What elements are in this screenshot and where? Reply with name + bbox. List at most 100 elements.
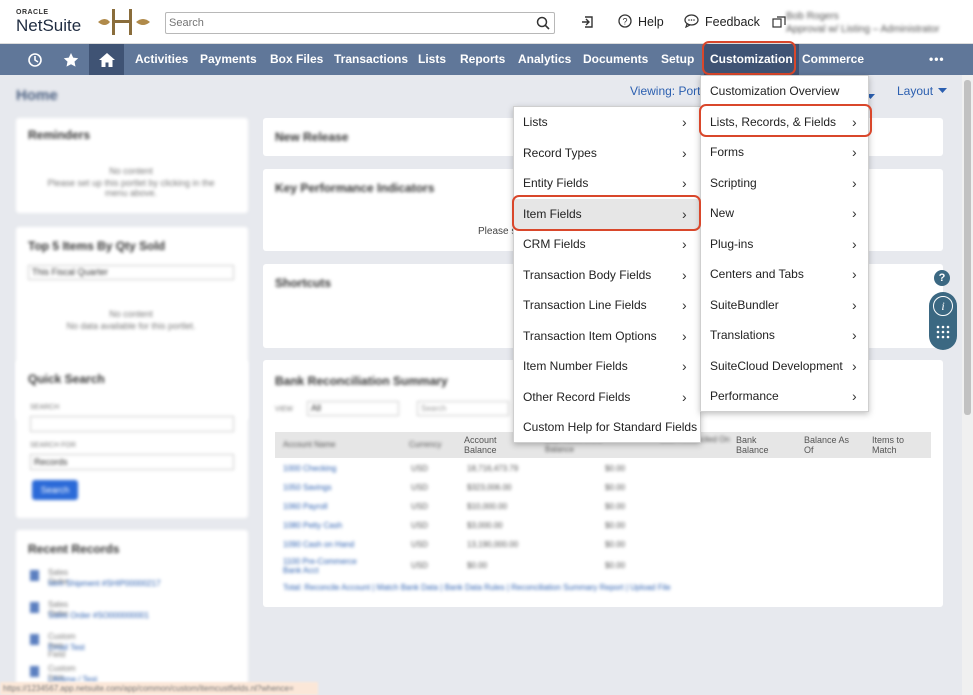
bank-recon-footer-links[interactable]: Total: Reconcile Account | Match Bank Da… [275, 579, 931, 597]
menu-item-translations[interactable]: Translations › [701, 320, 868, 350]
bank-recon-view-select[interactable]: All [307, 401, 399, 416]
nav-transactions[interactable]: Transactions [334, 44, 408, 75]
balance-cell: $3,000.00 [467, 521, 503, 530]
menu-item-performance[interactable]: Performance › [701, 381, 868, 411]
nav-customization[interactable]: Customization [704, 44, 799, 75]
role-icon[interactable] [772, 12, 786, 32]
column-header[interactable]: Currency [409, 440, 441, 449]
nav-box-files[interactable]: Box Files [270, 44, 323, 75]
netsuite-logo[interactable]: ORACLE NetSuite [16, 9, 81, 34]
table-row[interactable]: 1050 Savings USD $323,006.00 $0.00 [275, 479, 931, 498]
page-title: Home [16, 87, 58, 104]
column-header[interactable]: Balance As Of [804, 435, 860, 455]
menu-item-plug-ins[interactable]: Plug-ins › [701, 229, 868, 259]
layout-button[interactable]: Layout [897, 84, 948, 98]
user-info[interactable]: Bob Rogers Approval w/ Listing – Adminis… [786, 10, 939, 36]
chevron-right-icon: › [682, 114, 687, 130]
column-header[interactable]: Account Balance [464, 435, 508, 455]
nav-reports[interactable]: Reports [460, 44, 505, 75]
submenu-item-entity-fields[interactable]: Entity Fields › [514, 168, 700, 198]
bank-recon-table-body: 1000 Checking USD 18,716,473.79 $0.00 10… [275, 460, 931, 597]
reminders-help: Please set up this portlet by clicking i… [47, 178, 215, 198]
nav-documents[interactable]: Documents [583, 44, 648, 75]
svg-text:?: ? [622, 16, 627, 26]
menu-item-scripting[interactable]: Scripting › [701, 168, 868, 198]
chevron-right-icon: › [682, 236, 687, 252]
quick-search-title: Quick Search [28, 372, 105, 386]
star-icon[interactable] [53, 44, 88, 75]
global-search[interactable] [165, 12, 555, 34]
submenu-item-label: Item Number Fields [523, 359, 628, 373]
quick-search-input[interactable] [30, 416, 234, 432]
table-row[interactable]: 1000 Checking USD 18,716,473.79 $0.00 [275, 460, 931, 479]
document-icon [30, 570, 39, 581]
quick-search-button[interactable]: Search [32, 480, 78, 500]
submenu-item-record-types[interactable]: Record Types › [514, 138, 700, 168]
menu-item-centers-and-tabs[interactable]: Centers and Tabs › [701, 259, 868, 289]
page-scrollbar-thumb[interactable] [964, 80, 971, 415]
kpi-title: Key Performance Indicators [275, 181, 435, 195]
balance-cell: $0.00 [467, 561, 488, 570]
menu-item-lists-records-fields[interactable]: Lists, Records, & Fields › [701, 107, 868, 137]
bank-recon-title: Bank Reconciliation Summary [275, 374, 448, 388]
document-icon [30, 666, 39, 677]
submenu-item-custom-help-standard-fields[interactable]: Custom Help for Standard Fields [514, 412, 700, 442]
menu-item-suitebundler[interactable]: SuiteBundler › [701, 290, 868, 320]
table-row[interactable]: 1100 Pre-Commerce Bank Acct USD $0.00 $0… [275, 555, 931, 579]
account-link[interactable]: 1090 Cash on Hand [283, 540, 354, 549]
leave-icon[interactable] [580, 12, 596, 32]
info-icon[interactable]: i [933, 296, 953, 316]
submenu-item-other-record-fields[interactable]: Other Record Fields › [514, 382, 700, 412]
guide-panel[interactable]: i [929, 292, 957, 350]
table-row[interactable]: 1080 Petty Cash USD $3,000.00 $0.00 [275, 517, 931, 536]
record-link[interactable]: Sales Order #SO000000001 [48, 611, 149, 620]
feedback-button[interactable]: Feedback [684, 12, 760, 32]
account-link[interactable]: 1080 Petty Cash [283, 521, 342, 530]
column-header[interactable]: Account Name [283, 440, 335, 449]
search-icon[interactable] [536, 16, 550, 33]
menu-item-customization-overview[interactable]: Customization Overview [701, 76, 868, 106]
submenu-item-item-fields[interactable]: Item Fields › [514, 199, 700, 229]
nav-payments[interactable]: Payments [200, 44, 257, 75]
record-link[interactable]: Item Shipment #SHIP00000217 [48, 579, 161, 588]
top-items-period-select[interactable]: This Fiscal Quarter [28, 265, 234, 280]
submenu-item-transaction-body-fields[interactable]: Transaction Body Fields › [514, 260, 700, 290]
nav-analytics[interactable]: Analytics [518, 44, 571, 75]
menu-item-forms[interactable]: Forms › [701, 137, 868, 167]
oracle-wordmark: ORACLE [16, 9, 49, 16]
submenu-item-transaction-item-options[interactable]: Transaction Item Options › [514, 321, 700, 351]
grid-icon[interactable] [935, 324, 951, 340]
submenu-item-transaction-line-fields[interactable]: Transaction Line Fields › [514, 290, 700, 320]
submenu-item-lists[interactable]: Lists › [514, 107, 700, 137]
chevron-right-icon: › [852, 114, 857, 130]
menu-item-new[interactable]: New › [701, 198, 868, 228]
table-row[interactable]: 1090 Cash on Hand USD 13,190,000.00 $0.0… [275, 536, 931, 555]
chevron-right-icon: › [682, 145, 687, 161]
menu-item-label: Translations [710, 328, 775, 342]
nav-more[interactable]: ••• [929, 44, 945, 75]
record-link[interactable]: Email Test [48, 643, 85, 652]
home-icon[interactable] [89, 44, 124, 75]
nav-commerce[interactable]: Commerce [802, 44, 864, 75]
column-header[interactable]: Items to Match [872, 435, 924, 455]
quick-search-type-select[interactable]: Records [30, 454, 234, 470]
account-link[interactable]: 1050 Savings [283, 483, 331, 492]
submenu-item-crm-fields[interactable]: CRM Fields › [514, 229, 700, 259]
account-link[interactable]: 1100 Pre-Commerce Bank Acct [283, 557, 363, 575]
bank-recon-search[interactable]: Search [417, 401, 509, 416]
menu-item-label: Customization Overview [710, 84, 840, 98]
nav-setup[interactable]: Setup [661, 44, 694, 75]
column-header[interactable]: Bank Balance [736, 435, 772, 455]
table-row[interactable]: 1060 Payroll USD $10,000.00 $0.00 [275, 498, 931, 517]
recent-icon[interactable] [17, 44, 52, 75]
search-input[interactable] [166, 13, 516, 33]
nav-activities[interactable]: Activities [135, 44, 188, 75]
menu-item-label: Plug-ins [710, 237, 754, 251]
nav-lists[interactable]: Lists [418, 44, 446, 75]
question-icon[interactable]: ? [934, 270, 950, 286]
account-link[interactable]: 1060 Payroll [283, 502, 327, 511]
account-link[interactable]: 1000 Checking [283, 464, 336, 473]
help-button[interactable]: ? Help [618, 12, 664, 32]
menu-item-suitecloud-development[interactable]: SuiteCloud Development › [701, 351, 868, 381]
submenu-item-item-number-fields[interactable]: Item Number Fields › [514, 351, 700, 381]
